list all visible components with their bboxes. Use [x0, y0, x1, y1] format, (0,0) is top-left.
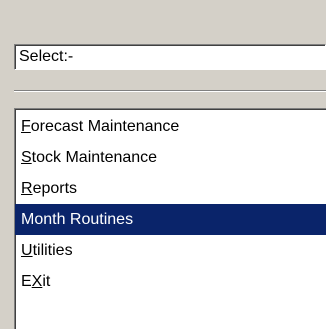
menu-item-forecast-maintenance[interactable]: Forecast Maintenance — [15, 111, 326, 142]
menu-listbox[interactable]: Forecast Maintenance Stock Maintenance R… — [14, 108, 326, 329]
menu-item-label: it — [42, 273, 51, 290]
select-field-value: Select:- — [19, 48, 74, 65]
menu-item-exit[interactable]: EXit — [15, 266, 326, 297]
select-field[interactable]: Select:- — [14, 44, 326, 70]
menu-item-accelerator: S — [21, 149, 32, 166]
menu-item-month-routines[interactable]: Month Routines — [15, 204, 326, 235]
separator-line — [14, 90, 326, 92]
menu-item-utilities[interactable]: Utilities — [15, 235, 326, 266]
menu-item-label: Month Routines — [21, 211, 134, 228]
menu-item-accelerator: R — [21, 180, 33, 197]
menu-item-stock-maintenance[interactable]: Stock Maintenance — [15, 142, 326, 173]
menu-item-label: tilities — [32, 242, 73, 259]
menu-item-accelerator: U — [21, 242, 33, 259]
menu-item-label: orecast Maintenance — [30, 118, 180, 135]
menu-item-reports[interactable]: Reports — [15, 173, 326, 204]
menu-item-label: eports — [32, 180, 78, 197]
menu-item-label: tock Maintenance — [31, 149, 158, 166]
menu-item-accelerator: F — [21, 118, 31, 135]
menu-item-prefix: E — [21, 273, 32, 290]
menu-item-accelerator: X — [31, 273, 43, 290]
